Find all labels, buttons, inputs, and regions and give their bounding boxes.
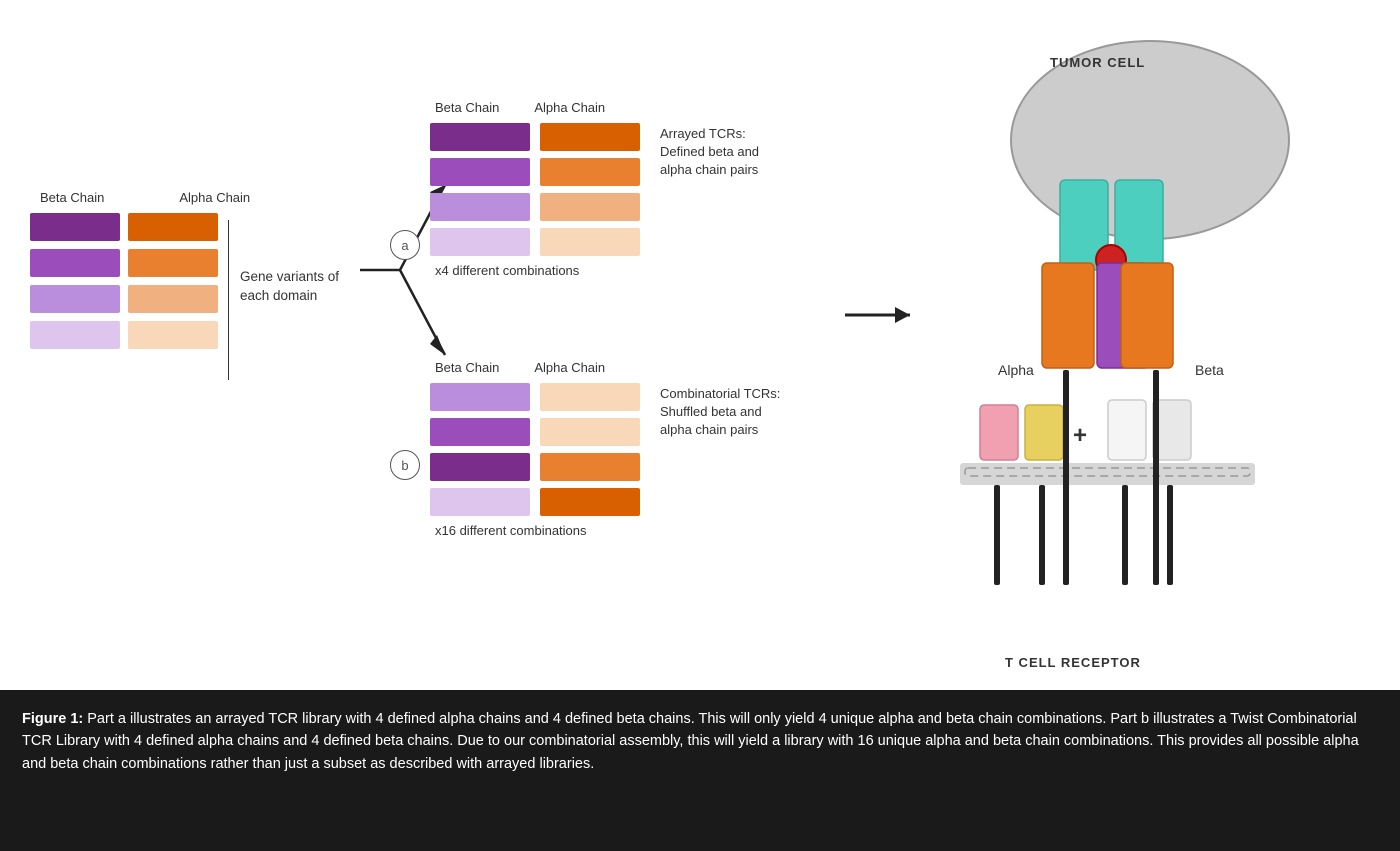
svg-text:+: + [1073,422,1087,449]
caption-body: Part a illustrates an arrayed TCR librar… [22,711,1359,772]
arrayed-tcr-label: Arrayed TCRs: Defined beta and alpha cha… [660,125,810,180]
combinatorial-tcr-label: Combinatorial TCRs: Shuffled beta and al… [660,385,810,440]
left-row-1 [30,213,260,241]
section-a: a Beta Chain Alpha Chain x4 d [430,100,640,278]
left-panel: Beta Chain Alpha Chain [30,190,260,357]
section-b-row-3 [430,453,640,481]
section-b: b Beta Chain Alpha Chain x16 [430,360,640,538]
section-a-beta-label: Beta Chain [435,100,499,115]
sb-beta-3 [430,453,530,481]
right-diagram: TUMOR CELL Alpha Beta + [930,20,1360,660]
section-b-chain-header: Beta Chain Alpha Chain [435,360,640,375]
left-alpha-bar-1 [128,213,218,241]
section-a-row-2 [430,158,640,186]
sb-alpha-3 [540,453,640,481]
left-beta-label: Beta Chain [40,190,104,205]
tumor-cell-label: TUMOR CELL [1050,55,1145,70]
left-alpha-bar-3 [128,285,218,313]
svg-text:Beta: Beta [1195,362,1224,378]
caption-area: Figure 1: Part a illustrates an arrayed … [0,690,1400,851]
left-row-2 [30,249,260,277]
sb-beta-2 [430,418,530,446]
sa-alpha-3 [540,193,640,221]
section-a-combinations-label: x4 different combinations [435,263,640,278]
sb-alpha-1 [540,383,640,411]
left-beta-bar-4 [30,321,120,349]
left-row-3 [30,285,260,313]
left-alpha-label: Alpha Chain [179,190,250,205]
sa-alpha-1 [540,123,640,151]
main-area: Beta Chain Alpha Chain Gene variants ofe… [0,0,1400,690]
section-a-row-3 [430,193,640,221]
section-a-row-1 [430,123,640,151]
section-b-beta-label: Beta Chain [435,360,499,375]
sb-alpha-2 [540,418,640,446]
left-chain-header: Beta Chain Alpha Chain [30,190,260,205]
tcr-structure: Alpha Beta + [960,175,1290,675]
sb-alpha-4 [540,488,640,516]
sa-alpha-4 [540,228,640,256]
section-a-label: a [390,230,420,260]
section-b-alpha-label: Alpha Chain [534,360,605,375]
sb-beta-1 [430,383,530,411]
section-b-combinations-label: x16 different combinations [435,523,640,538]
section-b-row-4 [430,488,640,516]
section-b-row-2 [430,418,640,446]
sa-beta-1 [430,123,530,151]
big-arrow [840,290,930,340]
section-a-alpha-label: Alpha Chain [534,100,605,115]
svg-text:Alpha: Alpha [998,362,1034,378]
sa-beta-3 [430,193,530,221]
sa-alpha-2 [540,158,640,186]
gene-variants-label: Gene variants ofeach domain [240,268,350,306]
sa-beta-2 [430,158,530,186]
section-b-label: b [390,450,420,480]
sb-beta-4 [430,488,530,516]
divider-line [228,220,229,380]
left-alpha-bar-4 [128,321,218,349]
tcr-label: T CELL RECEPTOR [1005,655,1141,670]
section-a-row-4 [430,228,640,256]
sa-beta-4 [430,228,530,256]
left-alpha-bar-2 [128,249,218,277]
left-beta-bar-1 [30,213,120,241]
caption-bold: Figure 1: [22,711,83,727]
section-b-row-1 [430,383,640,411]
caption-text: Figure 1: Part a illustrates an arrayed … [22,708,1378,775]
left-beta-bar-2 [30,249,120,277]
left-beta-bar-3 [30,285,120,313]
section-a-chain-header: Beta Chain Alpha Chain [435,100,640,115]
left-row-4 [30,321,260,349]
